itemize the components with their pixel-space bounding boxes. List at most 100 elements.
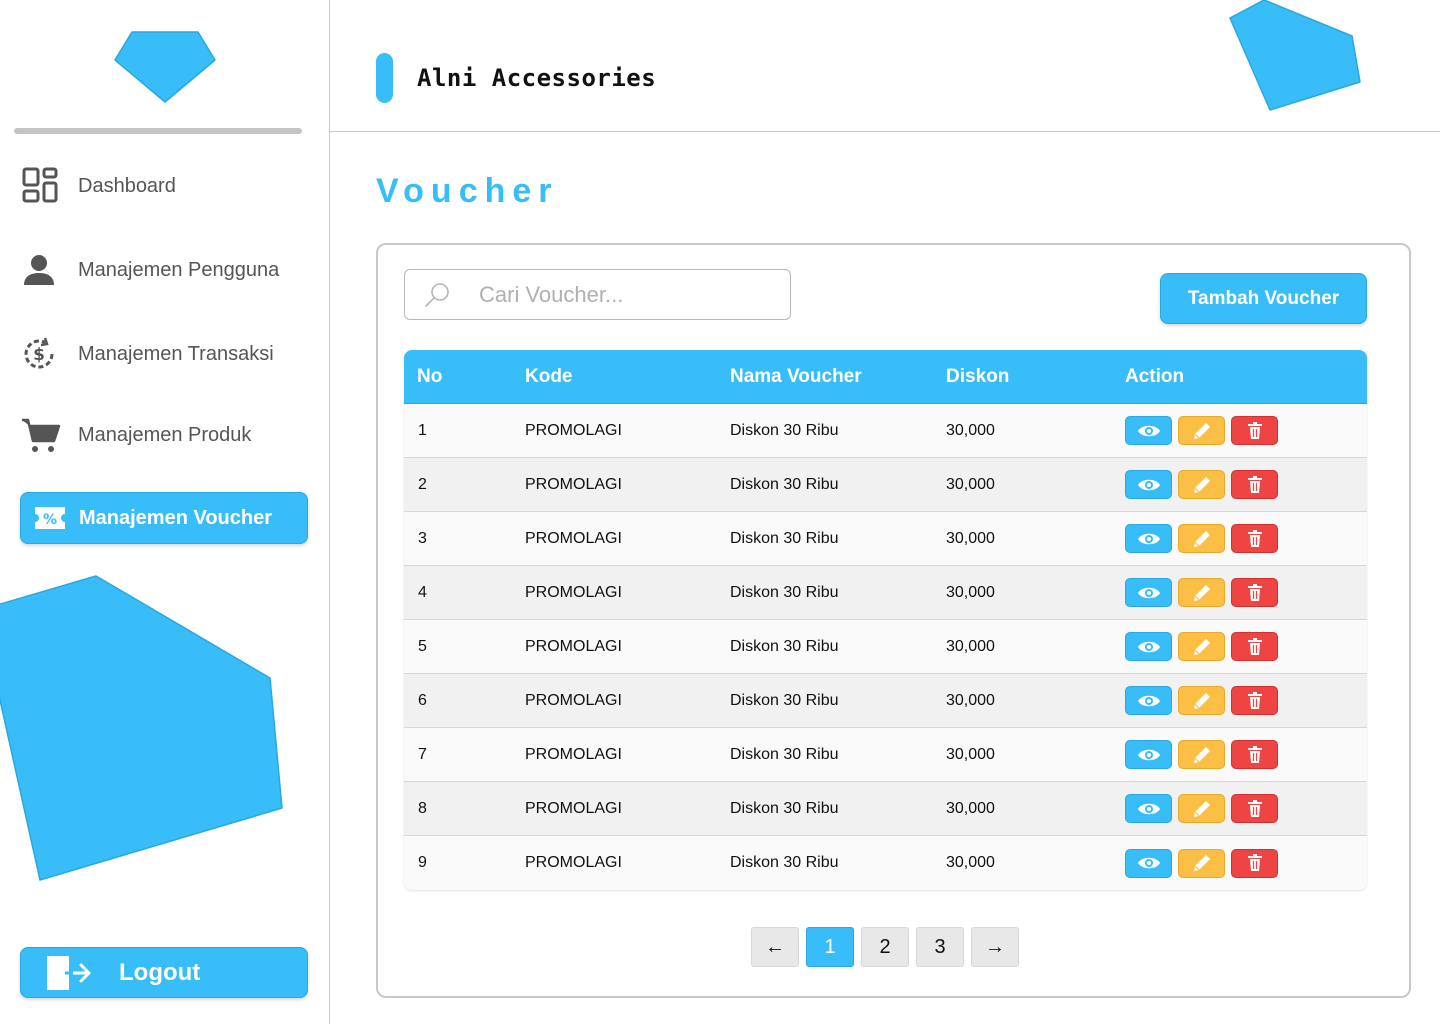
- delete-trash-icon: [1247, 799, 1263, 818]
- cell-kode: PROMOLAGI: [525, 529, 622, 547]
- edit-button[interactable]: [1178, 524, 1225, 553]
- sidebar-item-transactions[interactable]: $ Manajemen Transaksi: [20, 328, 308, 380]
- voucher-percent-icon: %: [21, 498, 79, 538]
- search-input[interactable]: [479, 281, 769, 308]
- delete-trash-icon: [1247, 854, 1263, 872]
- cell-nama: Diskon 30 Ribu: [730, 475, 839, 493]
- cell-nama: Diskon 30 Ribu: [730, 854, 839, 871]
- top-header: Alni Accessories: [330, 0, 1440, 132]
- cell-no: 7: [418, 745, 427, 763]
- search-box[interactable]: [404, 269, 791, 320]
- column-header-nama[interactable]: Nama Voucher: [730, 366, 946, 388]
- delete-button[interactable]: [1231, 416, 1278, 445]
- sidebar-item-products[interactable]: Manajemen Produk: [20, 409, 308, 461]
- sidebar: Dashboard Manajemen Pengguna $ Manajemen…: [0, 0, 330, 1024]
- edit-button[interactable]: [1178, 578, 1225, 607]
- pagination-page-2[interactable]: 2: [861, 927, 909, 967]
- table-row: 2 PROMOLAGI Diskon 30 Ribu 30,000: [404, 458, 1367, 512]
- table-row: 6 PROMOLAGI Diskon 30 Ribu 30,000: [404, 674, 1367, 728]
- cell-no: 9: [418, 854, 427, 871]
- cell-actions: [1125, 794, 1367, 823]
- edit-pencil-icon: [1191, 582, 1213, 604]
- edit-pencil-icon: [1191, 744, 1213, 766]
- delete-button[interactable]: [1231, 848, 1278, 878]
- edit-pencil-icon: [1191, 798, 1213, 820]
- decorative-pentagon-shape: [0, 575, 283, 881]
- cell-actions: [1125, 848, 1367, 878]
- view-button[interactable]: [1125, 740, 1172, 769]
- column-header-kode[interactable]: Kode: [525, 366, 730, 388]
- edit-button[interactable]: [1178, 740, 1225, 769]
- dashboard-grid-icon: [20, 166, 66, 206]
- edit-pencil-icon: [1191, 420, 1213, 442]
- cell-actions: [1125, 578, 1367, 607]
- column-header-diskon[interactable]: Diskon: [946, 366, 1125, 388]
- view-button[interactable]: [1125, 794, 1172, 823]
- pagination-next-button[interactable]: →: [971, 927, 1019, 967]
- edit-button[interactable]: [1178, 470, 1225, 499]
- edit-button[interactable]: [1178, 794, 1225, 823]
- sidebar-item-label: Dashboard: [78, 174, 176, 197]
- search-icon: [425, 282, 449, 307]
- pagination-prev-button[interactable]: ←: [751, 927, 799, 967]
- view-button[interactable]: [1125, 632, 1172, 661]
- table-row: 3 PROMOLAGI Diskon 30 Ribu 30,000: [404, 512, 1367, 566]
- cell-actions: [1125, 416, 1367, 445]
- cell-nama: Diskon 30 Ribu: [730, 421, 839, 439]
- cell-actions: [1125, 686, 1367, 715]
- add-voucher-button[interactable]: Tambah Voucher: [1160, 273, 1367, 324]
- cell-no: 6: [418, 691, 427, 709]
- edit-button[interactable]: [1178, 686, 1225, 715]
- sidebar-item-users[interactable]: Manajemen Pengguna: [20, 244, 308, 296]
- table-header: No Kode Nama Voucher Diskon Action: [404, 350, 1367, 404]
- delete-button[interactable]: [1231, 740, 1278, 769]
- delete-button[interactable]: [1231, 686, 1278, 715]
- view-button[interactable]: [1125, 578, 1172, 607]
- edit-button[interactable]: [1178, 416, 1225, 445]
- delete-trash-icon: [1247, 529, 1263, 548]
- cell-diskon: 30,000: [946, 475, 995, 493]
- view-button[interactable]: [1125, 470, 1172, 499]
- pagination-page-1[interactable]: 1: [806, 927, 854, 967]
- sidebar-item-dashboard[interactable]: Dashboard: [20, 160, 308, 212]
- table-row: 1 PROMOLAGI Diskon 30 Ribu 30,000: [404, 404, 1367, 458]
- cell-diskon: 30,000: [946, 583, 995, 601]
- edit-pencil-icon: [1191, 528, 1213, 550]
- view-eye-icon: [1137, 423, 1161, 439]
- table-row: 8 PROMOLAGI Diskon 30 Ribu 30,000: [404, 782, 1367, 836]
- cell-actions: [1125, 632, 1367, 661]
- pagination-page-3[interactable]: 3: [916, 927, 964, 967]
- column-header-no[interactable]: No: [404, 366, 525, 388]
- delete-button[interactable]: [1231, 578, 1278, 607]
- delete-button[interactable]: [1231, 470, 1278, 499]
- view-button[interactable]: [1125, 416, 1172, 445]
- cell-diskon: 30,000: [946, 854, 995, 871]
- cell-kode: PROMOLAGI: [525, 421, 622, 439]
- cell-diskon: 30,000: [946, 421, 995, 439]
- diamond-logo-icon: [114, 31, 216, 103]
- cell-diskon: 30,000: [946, 799, 995, 817]
- cell-actions: [1125, 740, 1367, 769]
- view-eye-icon: [1137, 801, 1161, 817]
- view-button[interactable]: [1125, 686, 1172, 715]
- view-eye-icon: [1137, 855, 1161, 871]
- view-button[interactable]: [1125, 848, 1172, 878]
- cart-icon: [20, 415, 66, 455]
- sidebar-item-label: Manajemen Pengguna: [78, 258, 280, 281]
- logout-button[interactable]: Logout: [20, 947, 308, 998]
- cell-nama: Diskon 30 Ribu: [730, 637, 839, 655]
- delete-button[interactable]: [1231, 524, 1278, 553]
- cell-kode: PROMOLAGI: [525, 745, 622, 763]
- sidebar-item-vouchers[interactable]: % Manajemen Voucher: [20, 492, 308, 544]
- delete-trash-icon: [1247, 637, 1263, 656]
- cell-nama: Diskon 30 Ribu: [730, 799, 839, 817]
- view-button[interactable]: [1125, 524, 1172, 553]
- logout-label: Logout: [119, 958, 201, 986]
- delete-trash-icon: [1247, 421, 1263, 440]
- view-eye-icon: [1137, 747, 1161, 763]
- edit-button[interactable]: [1178, 632, 1225, 661]
- delete-button[interactable]: [1231, 794, 1278, 823]
- delete-button[interactable]: [1231, 632, 1278, 661]
- sidebar-divider: [14, 128, 302, 134]
- edit-button[interactable]: [1178, 848, 1225, 878]
